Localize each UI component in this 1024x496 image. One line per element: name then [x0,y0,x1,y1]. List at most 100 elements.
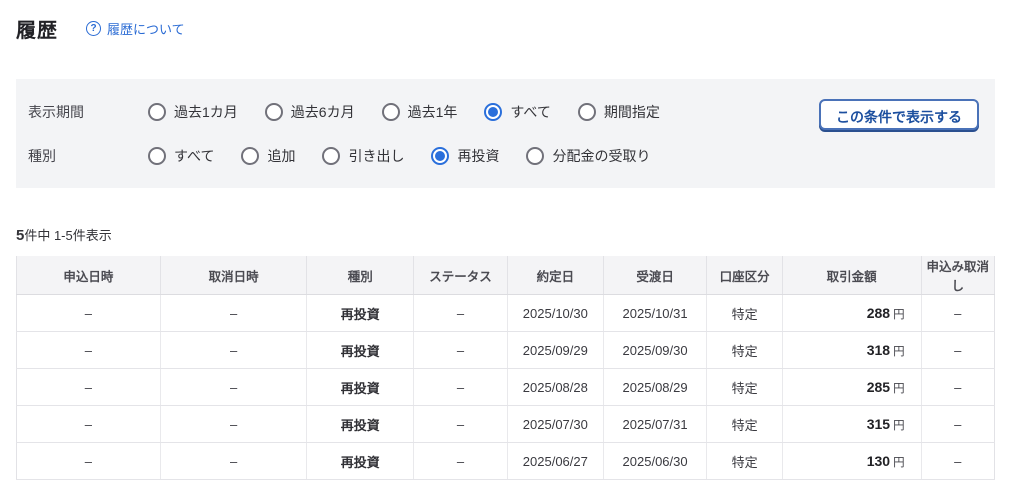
cell-apply-datetime: – [16,405,161,443]
amount-value: 315 [866,415,891,432]
cell-type: 再投資 [306,294,414,332]
amount-value: 318 [866,341,891,358]
radio-unchecked-icon [381,103,400,121]
currency-unit: 円 [893,308,905,321]
radio-period-past-1-year[interactable]: 過去1年 [381,102,457,122]
cell-delivery-date: 2025/10/31 [602,294,707,332]
currency-unit: 円 [893,456,905,469]
history-page: 履歴 ? 履歴について 表示期間 過去1カ月 過去6カ月 過去1年 すべて 期間… [16,14,996,480]
result-count: 5件中 1-5件表示 [16,225,995,244]
cell-type: 再投資 [306,442,414,480]
header-apply-datetime: 申込日時 [16,256,161,295]
table-row: – – 再投資 – 2025/08/28 2025/08/29 特定 285 円 … [16,368,996,406]
radio-checked-icon [484,103,503,121]
cell-contract-date: 2025/09/29 [506,331,604,369]
radio-unchecked-icon [526,147,545,165]
type-filter-label: 種別 [28,148,56,164]
amount-value: 130 [866,452,891,469]
amount-value: 288 [866,304,891,321]
cell-transaction-amount: 130 円 [781,442,922,480]
cell-status: – [413,442,508,480]
cell-account-type: 特定 [706,331,783,369]
radio-type-reinvest[interactable]: 再投資 [431,146,499,166]
currency-unit: 円 [893,382,905,395]
period-radio-group: 過去1カ月 過去6カ月 過去1年 すべて 期間指定 [148,102,660,122]
question-mark-icon: ? [86,21,101,36]
cell-status: – [413,331,508,369]
about-history-link-label: 履歴について [107,22,185,37]
header-account-type: 口座区分 [706,256,783,295]
cell-delivery-date: 2025/08/29 [602,368,707,406]
cell-type: 再投資 [306,368,414,406]
currency-unit: 円 [893,419,905,432]
radio-type-all[interactable]: すべて [148,146,214,166]
period-filter-label: 表示期間 [28,104,84,120]
radio-unchecked-icon [241,147,260,165]
cell-delivery-date: 2025/06/30 [602,442,707,480]
radio-unchecked-icon [148,103,166,121]
header-contract-date: 約定日 [506,256,604,295]
radio-checked-icon [431,147,450,165]
about-history-link[interactable]: ? 履歴について [86,19,185,38]
radio-type-distribution-receipt[interactable]: 分配金の受取り [526,146,650,166]
cell-contract-date: 2025/08/28 [506,368,604,406]
cell-apply-datetime: – [16,331,161,369]
cell-apply-datetime: – [16,368,161,406]
cell-transaction-amount: 288 円 [781,294,922,332]
cell-account-type: 特定 [706,405,783,443]
cell-cancel-datetime: – [159,442,307,480]
radio-period-custom-range[interactable]: 期間指定 [577,102,660,122]
cell-apply-datetime: – [16,294,161,332]
amount-value: 285 [866,378,891,395]
currency-unit: 円 [893,345,905,358]
cell-apply-datetime: – [16,442,161,480]
cell-transaction-amount: 318 円 [781,331,922,369]
filter-panel: 表示期間 過去1カ月 過去6カ月 過去1年 すべて 期間指定 種別 すべて 追加… [16,79,995,188]
table-row: – – 再投資 – 2025/10/30 2025/10/31 特定 288 円 … [16,294,996,332]
radio-unchecked-icon [577,103,596,121]
apply-filter-button[interactable]: この条件で表示する [819,99,979,130]
radio-type-add[interactable]: 追加 [241,146,295,166]
cell-contract-date: 2025/06/27 [506,442,604,480]
cell-delivery-date: 2025/07/31 [602,405,707,443]
radio-type-withdraw[interactable]: 引き出し [322,146,404,166]
table-row: – – 再投資 – 2025/06/27 2025/06/30 特定 130 円 … [16,442,996,480]
cell-cancel-application: – [920,294,996,332]
cell-account-type: 特定 [706,368,783,406]
type-radio-group: すべて 追加 引き出し 再投資 分配金の受取り [148,146,650,166]
cell-status: – [413,405,508,443]
table-row: – – 再投資 – 2025/07/30 2025/07/31 特定 315 円 … [16,405,996,443]
cell-delivery-date: 2025/09/30 [602,331,707,369]
radio-period-all[interactable]: すべて [484,102,551,122]
type-filter-row: 種別 すべて 追加 引き出し 再投資 分配金の受取り [28,146,975,166]
header-cancel-application: 申込み取消し [920,256,996,295]
cell-transaction-amount: 285 円 [781,368,922,406]
radio-unchecked-icon [264,103,283,121]
radio-unchecked-icon [148,147,166,165]
history-table: 申込日時 取消日時 種別 ステータス 約定日 受渡日 口座区分 取引金額 申込み… [16,256,996,480]
radio-period-past-6-months[interactable]: 過去6カ月 [264,102,355,122]
header-status: ステータス [413,256,508,295]
radio-unchecked-icon [322,147,341,165]
cell-status: – [413,294,508,332]
cell-status: – [413,368,508,406]
table-row: – – 再投資 – 2025/09/29 2025/09/30 特定 318 円 … [16,331,996,369]
cell-cancel-datetime: – [159,368,307,406]
cell-cancel-application: – [920,442,996,480]
radio-period-past-1-month[interactable]: 過去1カ月 [148,102,238,122]
title-row: 履歴 ? 履歴について [16,14,995,43]
cell-cancel-datetime: – [159,294,307,332]
cell-contract-date: 2025/10/30 [506,294,604,332]
cell-contract-date: 2025/07/30 [506,405,604,443]
cell-cancel-datetime: – [159,331,307,369]
cell-account-type: 特定 [706,294,783,332]
header-delivery-date: 受渡日 [602,256,707,295]
cell-cancel-application: – [920,331,996,369]
table-header-row: 申込日時 取消日時 種別 ステータス 約定日 受渡日 口座区分 取引金額 申込み… [16,256,996,295]
cell-cancel-datetime: – [159,405,307,443]
cell-transaction-amount: 315 円 [781,405,922,443]
header-type: 種別 [306,256,414,295]
header-transaction-amount: 取引金額 [781,256,922,295]
header-cancel-datetime: 取消日時 [159,256,307,295]
cell-cancel-application: – [920,405,996,443]
